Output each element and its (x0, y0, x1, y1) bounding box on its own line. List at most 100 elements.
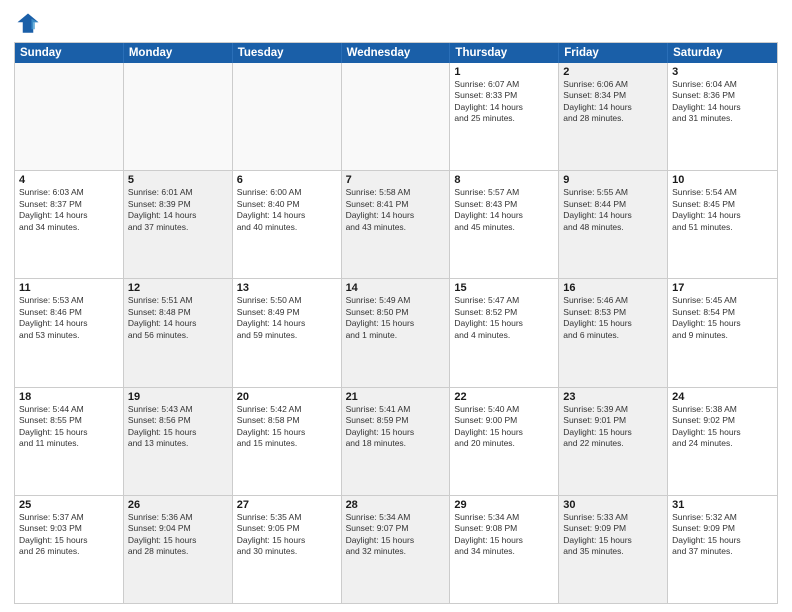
day-cell-empty-0-3 (342, 63, 451, 170)
day-cell-8: 8Sunrise: 5:57 AM Sunset: 8:43 PM Daylig… (450, 171, 559, 278)
header (14, 10, 778, 38)
header-day-tuesday: Tuesday (233, 43, 342, 63)
day-number: 10 (672, 174, 773, 186)
day-info: Sunrise: 5:34 AM Sunset: 9:08 PM Dayligh… (454, 512, 554, 558)
day-cell-25: 25Sunrise: 5:37 AM Sunset: 9:03 PM Dayli… (15, 496, 124, 603)
day-info: Sunrise: 6:03 AM Sunset: 8:37 PM Dayligh… (19, 187, 119, 233)
day-info: Sunrise: 5:54 AM Sunset: 8:45 PM Dayligh… (672, 187, 773, 233)
day-number: 13 (237, 282, 337, 294)
calendar-row-4: 25Sunrise: 5:37 AM Sunset: 9:03 PM Dayli… (15, 496, 777, 603)
day-cell-29: 29Sunrise: 5:34 AM Sunset: 9:08 PM Dayli… (450, 496, 559, 603)
day-cell-18: 18Sunrise: 5:44 AM Sunset: 8:55 PM Dayli… (15, 388, 124, 495)
day-info: Sunrise: 5:42 AM Sunset: 8:58 PM Dayligh… (237, 404, 337, 450)
header-day-sunday: Sunday (15, 43, 124, 63)
day-cell-12: 12Sunrise: 5:51 AM Sunset: 8:48 PM Dayli… (124, 279, 233, 386)
day-cell-31: 31Sunrise: 5:32 AM Sunset: 9:09 PM Dayli… (668, 496, 777, 603)
day-cell-9: 9Sunrise: 5:55 AM Sunset: 8:44 PM Daylig… (559, 171, 668, 278)
day-cell-11: 11Sunrise: 5:53 AM Sunset: 8:46 PM Dayli… (15, 279, 124, 386)
logo-icon (14, 10, 42, 38)
calendar-body: 1Sunrise: 6:07 AM Sunset: 8:33 PM Daylig… (15, 63, 777, 603)
header-day-thursday: Thursday (450, 43, 559, 63)
day-cell-1: 1Sunrise: 6:07 AM Sunset: 8:33 PM Daylig… (450, 63, 559, 170)
day-info: Sunrise: 6:06 AM Sunset: 8:34 PM Dayligh… (563, 79, 663, 125)
day-number: 30 (563, 499, 663, 511)
day-cell-7: 7Sunrise: 5:58 AM Sunset: 8:41 PM Daylig… (342, 171, 451, 278)
day-number: 7 (346, 174, 446, 186)
day-number: 17 (672, 282, 773, 294)
day-info: Sunrise: 6:04 AM Sunset: 8:36 PM Dayligh… (672, 79, 773, 125)
day-number: 28 (346, 499, 446, 511)
day-info: Sunrise: 5:41 AM Sunset: 8:59 PM Dayligh… (346, 404, 446, 450)
day-number: 2 (563, 66, 663, 78)
page: SundayMondayTuesdayWednesdayThursdayFrid… (0, 0, 792, 612)
day-number: 15 (454, 282, 554, 294)
day-cell-empty-0-1 (124, 63, 233, 170)
day-number: 16 (563, 282, 663, 294)
day-number: 22 (454, 391, 554, 403)
day-cell-3: 3Sunrise: 6:04 AM Sunset: 8:36 PM Daylig… (668, 63, 777, 170)
day-number: 3 (672, 66, 773, 78)
day-info: Sunrise: 5:58 AM Sunset: 8:41 PM Dayligh… (346, 187, 446, 233)
calendar-row-3: 18Sunrise: 5:44 AM Sunset: 8:55 PM Dayli… (15, 388, 777, 496)
calendar: SundayMondayTuesdayWednesdayThursdayFrid… (14, 42, 778, 604)
day-info: Sunrise: 5:38 AM Sunset: 9:02 PM Dayligh… (672, 404, 773, 450)
day-cell-26: 26Sunrise: 5:36 AM Sunset: 9:04 PM Dayli… (124, 496, 233, 603)
day-cell-17: 17Sunrise: 5:45 AM Sunset: 8:54 PM Dayli… (668, 279, 777, 386)
day-cell-empty-0-2 (233, 63, 342, 170)
day-info: Sunrise: 5:47 AM Sunset: 8:52 PM Dayligh… (454, 295, 554, 341)
header-day-wednesday: Wednesday (342, 43, 451, 63)
day-cell-23: 23Sunrise: 5:39 AM Sunset: 9:01 PM Dayli… (559, 388, 668, 495)
day-info: Sunrise: 5:45 AM Sunset: 8:54 PM Dayligh… (672, 295, 773, 341)
day-cell-4: 4Sunrise: 6:03 AM Sunset: 8:37 PM Daylig… (15, 171, 124, 278)
day-info: Sunrise: 5:53 AM Sunset: 8:46 PM Dayligh… (19, 295, 119, 341)
day-number: 1 (454, 66, 554, 78)
day-number: 27 (237, 499, 337, 511)
calendar-row-1: 4Sunrise: 6:03 AM Sunset: 8:37 PM Daylig… (15, 171, 777, 279)
day-info: Sunrise: 5:35 AM Sunset: 9:05 PM Dayligh… (237, 512, 337, 558)
day-cell-10: 10Sunrise: 5:54 AM Sunset: 8:45 PM Dayli… (668, 171, 777, 278)
header-day-saturday: Saturday (668, 43, 777, 63)
day-cell-5: 5Sunrise: 6:01 AM Sunset: 8:39 PM Daylig… (124, 171, 233, 278)
day-number: 24 (672, 391, 773, 403)
day-cell-14: 14Sunrise: 5:49 AM Sunset: 8:50 PM Dayli… (342, 279, 451, 386)
day-cell-16: 16Sunrise: 5:46 AM Sunset: 8:53 PM Dayli… (559, 279, 668, 386)
day-cell-19: 19Sunrise: 5:43 AM Sunset: 8:56 PM Dayli… (124, 388, 233, 495)
day-cell-2: 2Sunrise: 6:06 AM Sunset: 8:34 PM Daylig… (559, 63, 668, 170)
day-info: Sunrise: 5:55 AM Sunset: 8:44 PM Dayligh… (563, 187, 663, 233)
day-cell-27: 27Sunrise: 5:35 AM Sunset: 9:05 PM Dayli… (233, 496, 342, 603)
day-number: 26 (128, 499, 228, 511)
day-info: Sunrise: 5:36 AM Sunset: 9:04 PM Dayligh… (128, 512, 228, 558)
day-number: 9 (563, 174, 663, 186)
day-cell-28: 28Sunrise: 5:34 AM Sunset: 9:07 PM Dayli… (342, 496, 451, 603)
day-info: Sunrise: 6:00 AM Sunset: 8:40 PM Dayligh… (237, 187, 337, 233)
day-info: Sunrise: 5:33 AM Sunset: 9:09 PM Dayligh… (563, 512, 663, 558)
day-cell-20: 20Sunrise: 5:42 AM Sunset: 8:58 PM Dayli… (233, 388, 342, 495)
day-number: 14 (346, 282, 446, 294)
logo (14, 10, 44, 38)
day-number: 11 (19, 282, 119, 294)
header-day-friday: Friday (559, 43, 668, 63)
day-cell-15: 15Sunrise: 5:47 AM Sunset: 8:52 PM Dayli… (450, 279, 559, 386)
day-number: 29 (454, 499, 554, 511)
day-info: Sunrise: 5:34 AM Sunset: 9:07 PM Dayligh… (346, 512, 446, 558)
day-info: Sunrise: 5:40 AM Sunset: 9:00 PM Dayligh… (454, 404, 554, 450)
calendar-row-2: 11Sunrise: 5:53 AM Sunset: 8:46 PM Dayli… (15, 279, 777, 387)
day-cell-24: 24Sunrise: 5:38 AM Sunset: 9:02 PM Dayli… (668, 388, 777, 495)
day-info: Sunrise: 5:44 AM Sunset: 8:55 PM Dayligh… (19, 404, 119, 450)
day-number: 5 (128, 174, 228, 186)
day-number: 4 (19, 174, 119, 186)
day-info: Sunrise: 5:46 AM Sunset: 8:53 PM Dayligh… (563, 295, 663, 341)
day-info: Sunrise: 5:50 AM Sunset: 8:49 PM Dayligh… (237, 295, 337, 341)
day-number: 25 (19, 499, 119, 511)
day-number: 31 (672, 499, 773, 511)
day-info: Sunrise: 5:39 AM Sunset: 9:01 PM Dayligh… (563, 404, 663, 450)
day-cell-13: 13Sunrise: 5:50 AM Sunset: 8:49 PM Dayli… (233, 279, 342, 386)
header-day-monday: Monday (124, 43, 233, 63)
day-info: Sunrise: 5:57 AM Sunset: 8:43 PM Dayligh… (454, 187, 554, 233)
day-cell-empty-0-0 (15, 63, 124, 170)
day-info: Sunrise: 5:32 AM Sunset: 9:09 PM Dayligh… (672, 512, 773, 558)
day-info: Sunrise: 6:07 AM Sunset: 8:33 PM Dayligh… (454, 79, 554, 125)
day-number: 20 (237, 391, 337, 403)
day-number: 19 (128, 391, 228, 403)
day-number: 12 (128, 282, 228, 294)
